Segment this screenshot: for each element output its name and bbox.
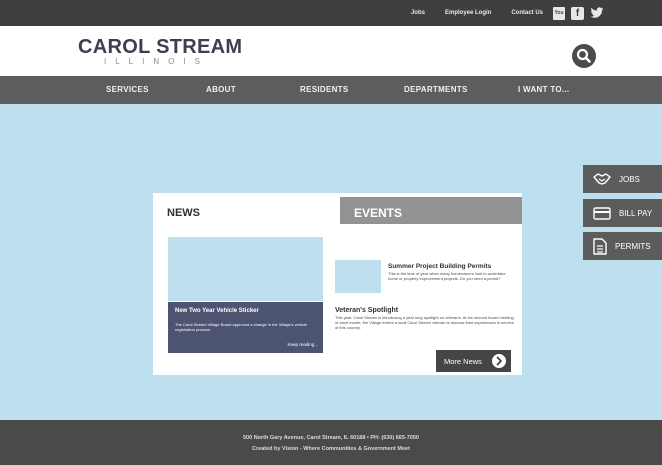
twitter-icon[interactable] (590, 7, 604, 19)
nav-i-want-to[interactable]: I WANT TO... (518, 85, 569, 94)
event-title[interactable]: Veteran's Spotlight (335, 307, 398, 314)
side-button-label: JOBS (619, 174, 640, 184)
news-card-title: New Two Year Vehicle Sticker (175, 308, 259, 314)
keep-reading-link[interactable]: Keep reading... (287, 342, 318, 347)
news-image[interactable] (168, 237, 323, 301)
employee-login-link[interactable]: Employee Login (445, 10, 491, 16)
more-news-label: More News (444, 356, 482, 366)
side-button-permits[interactable]: PERMITS (583, 232, 662, 260)
handshake-icon (593, 173, 611, 185)
event-image[interactable] (335, 260, 381, 293)
arrow-right-icon (492, 354, 506, 368)
social-icons: You f (553, 6, 604, 20)
side-button-jobs[interactable]: JOBS (583, 165, 662, 193)
document-icon (593, 237, 607, 255)
jobs-link[interactable]: Jobs (411, 10, 425, 16)
nav-departments[interactable]: DEPARTMENTS (404, 85, 468, 94)
main-nav: SERVICES ABOUT RESIDENTS DEPARTMENTS I W… (0, 76, 662, 104)
youtube-icon[interactable]: You (553, 6, 565, 20)
event-body: This year, Carol Stream is introducing a… (335, 315, 514, 330)
nav-about[interactable]: ABOUT (206, 85, 236, 94)
news-card[interactable]: New Two Year Vehicle Sticker The Carol S… (168, 302, 323, 353)
side-button-bill-pay[interactable]: BILL PAY (583, 199, 662, 227)
side-button-label: BILL PAY (619, 208, 653, 218)
contact-us-link[interactable]: Contact Us (511, 10, 543, 16)
tab-events[interactable]: EVENTS (340, 197, 522, 224)
event-body: This is the time of year when many homeo… (388, 271, 506, 281)
footer-address: 500 North Gary Avenue, Carol Stream, IL … (243, 435, 419, 441)
search-icon (576, 48, 591, 63)
event-title[interactable]: Summer Project Building Permits (388, 263, 491, 270)
news-card-body: The Carol Stream Village Board approved … (175, 322, 308, 332)
site-footer: 500 North Gary Avenue, Carol Stream, IL … (0, 420, 662, 465)
tab-news[interactable]: NEWS (167, 207, 200, 219)
footer-credit[interactable]: Created by Vision - Where Communities & … (0, 446, 662, 452)
credit-card-icon (593, 206, 611, 220)
more-news-button[interactable]: More News (436, 350, 511, 372)
search-button[interactable] (572, 44, 596, 68)
nav-residents[interactable]: RESIDENTS (300, 85, 349, 94)
facebook-icon[interactable]: f (571, 6, 584, 20)
utility-bar: Jobs Employee Login Contact Us You f (0, 0, 662, 26)
logo-title[interactable]: CAROL STREAM (78, 36, 242, 59)
news-events-panel: NEWS EVENTS New Two Year Vehicle Sticker… (153, 193, 522, 375)
side-button-label: PERMITS (615, 241, 651, 251)
nav-services[interactable]: SERVICES (106, 85, 149, 94)
logo-subtitle: ILLINOIS (104, 57, 209, 66)
site-header: CAROL STREAM ILLINOIS (0, 26, 662, 76)
